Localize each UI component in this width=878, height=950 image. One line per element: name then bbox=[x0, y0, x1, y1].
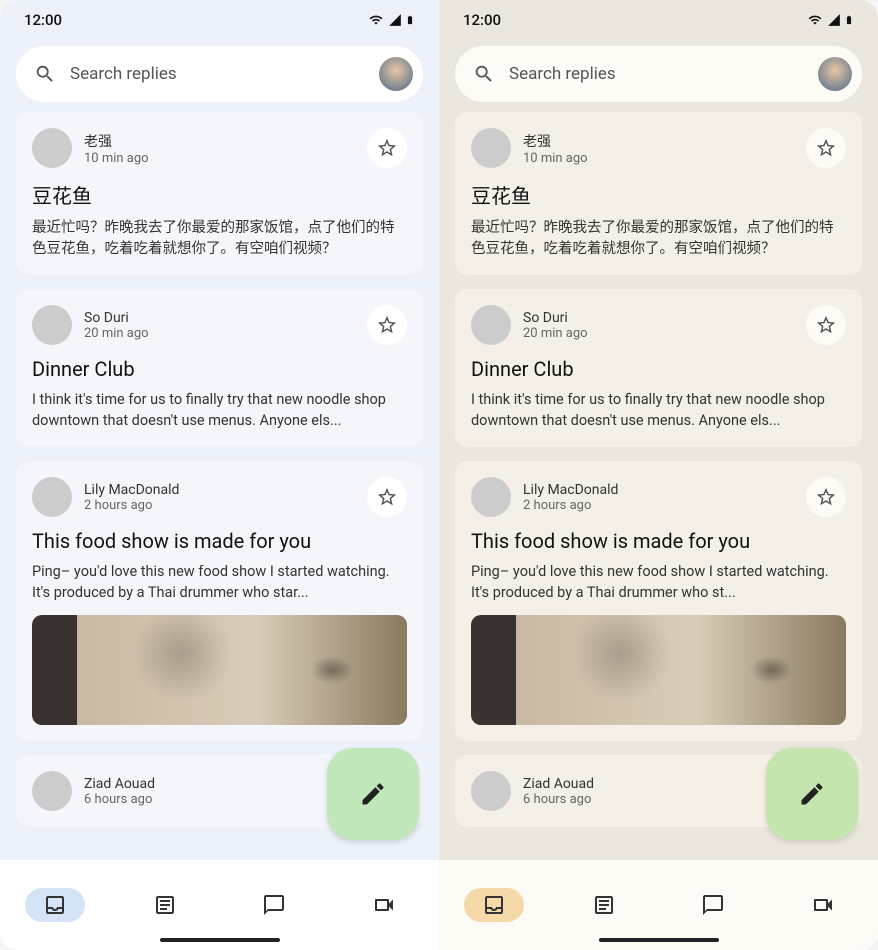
nav-inbox[interactable] bbox=[25, 888, 85, 922]
search-placeholder: Search replies bbox=[509, 64, 818, 84]
signal-icon bbox=[826, 13, 842, 27]
bottom-nav bbox=[0, 860, 439, 950]
profile-avatar[interactable] bbox=[379, 57, 413, 91]
home-indicator bbox=[599, 938, 719, 942]
bottom-nav bbox=[439, 860, 878, 950]
search-bar[interactable]: Search replies bbox=[16, 46, 423, 102]
status-icons bbox=[367, 12, 415, 28]
article-icon bbox=[153, 893, 177, 917]
sender-avatar bbox=[471, 305, 511, 345]
sender-name: 老强 bbox=[84, 131, 355, 151]
edit-icon bbox=[798, 780, 826, 808]
message-time: 10 min ago bbox=[84, 151, 355, 166]
nav-article[interactable] bbox=[574, 888, 634, 922]
status-time: 12:00 bbox=[24, 11, 62, 29]
sender-name: Lily MacDonald bbox=[523, 482, 794, 498]
message-time: 20 min ago bbox=[523, 326, 794, 341]
nav-chat[interactable] bbox=[244, 888, 304, 922]
home-indicator bbox=[160, 938, 280, 942]
profile-avatar[interactable] bbox=[818, 57, 852, 91]
message-time: 2 hours ago bbox=[84, 498, 355, 513]
star-button[interactable] bbox=[806, 305, 846, 345]
sender-avatar bbox=[471, 771, 511, 811]
status-time: 12:00 bbox=[463, 11, 501, 29]
search-bar[interactable]: Search replies bbox=[455, 46, 862, 102]
status-bar: 12:00 bbox=[0, 0, 439, 40]
star-icon bbox=[815, 486, 837, 508]
status-icons bbox=[806, 12, 854, 28]
message-body: 最近忙吗？昨晚我去了你最爱的那家饭馆，点了他们的特色豆花鱼，吃着吃着就想你了。有… bbox=[32, 217, 407, 259]
message-body: 最近忙吗？昨晚我去了你最爱的那家饭馆，点了他们的特色豆花鱼，吃着吃着就想你了。有… bbox=[471, 217, 846, 259]
message-card[interactable]: Lily MacDonald 2 hours ago This food sho… bbox=[455, 461, 862, 741]
message-body: Ping– you'd love this new food show I st… bbox=[32, 561, 407, 603]
wifi-icon bbox=[367, 13, 385, 27]
message-time: 10 min ago bbox=[523, 151, 794, 166]
sender-avatar bbox=[471, 477, 511, 517]
message-body: I think it's time for us to finally try … bbox=[471, 389, 846, 431]
compose-fab[interactable] bbox=[327, 748, 419, 840]
message-card[interactable]: Lily MacDonald 2 hours ago This food sho… bbox=[16, 461, 423, 741]
video-icon bbox=[372, 893, 396, 917]
star-button[interactable] bbox=[367, 477, 407, 517]
chat-icon bbox=[262, 893, 286, 917]
message-title: 豆花鱼 bbox=[471, 180, 846, 209]
search-placeholder: Search replies bbox=[70, 64, 379, 84]
wifi-icon bbox=[806, 13, 824, 27]
sender-avatar bbox=[471, 128, 511, 168]
sender-avatar bbox=[32, 305, 72, 345]
nav-article[interactable] bbox=[135, 888, 195, 922]
message-body: I think it's time for us to finally try … bbox=[32, 389, 407, 431]
nav-video[interactable] bbox=[793, 888, 853, 922]
message-title: Dinner Club bbox=[32, 357, 407, 381]
star-icon bbox=[815, 314, 837, 336]
nav-video[interactable] bbox=[354, 888, 414, 922]
nav-inbox[interactable] bbox=[464, 888, 524, 922]
search-icon bbox=[34, 63, 56, 85]
message-title: 豆花鱼 bbox=[32, 180, 407, 209]
article-icon bbox=[592, 893, 616, 917]
inbox-icon bbox=[43, 893, 67, 917]
message-card[interactable]: 老强 10 min ago 豆花鱼 最近忙吗？昨晚我去了你最爱的那家饭馆，点了他… bbox=[455, 112, 862, 275]
message-card[interactable]: So Duri 20 min ago Dinner Club I think i… bbox=[455, 289, 862, 447]
nav-chat[interactable] bbox=[683, 888, 743, 922]
star-icon bbox=[376, 486, 398, 508]
message-card[interactable]: 老强 10 min ago 豆花鱼 最近忙吗？昨晚我去了你最爱的那家饭馆，点了他… bbox=[16, 112, 423, 275]
search-icon bbox=[473, 63, 495, 85]
message-thumbnail[interactable] bbox=[471, 615, 846, 725]
sender-name: So Duri bbox=[523, 310, 794, 326]
video-icon bbox=[811, 893, 835, 917]
phone-screen-brown: 12:00 Search replies 老强 10 min ago 豆花鱼 bbox=[439, 0, 878, 950]
sender-avatar bbox=[32, 128, 72, 168]
star-button[interactable] bbox=[367, 128, 407, 168]
compose-fab[interactable] bbox=[766, 748, 858, 840]
message-title: This food show is made for you bbox=[32, 529, 407, 553]
message-body: Ping– you'd love this new food show I st… bbox=[471, 561, 846, 603]
edit-icon bbox=[359, 780, 387, 808]
star-icon bbox=[815, 137, 837, 159]
message-title: This food show is made for you bbox=[471, 529, 846, 553]
message-time: 20 min ago bbox=[84, 326, 355, 341]
battery-icon bbox=[844, 12, 854, 28]
sender-name: 老强 bbox=[523, 131, 794, 151]
star-button[interactable] bbox=[806, 477, 846, 517]
message-thumbnail[interactable] bbox=[32, 615, 407, 725]
sender-avatar bbox=[32, 771, 72, 811]
sender-avatar bbox=[32, 477, 72, 517]
signal-icon bbox=[387, 13, 403, 27]
star-button[interactable] bbox=[367, 305, 407, 345]
star-icon bbox=[376, 314, 398, 336]
message-title: Dinner Club bbox=[471, 357, 846, 381]
battery-icon bbox=[405, 12, 415, 28]
star-button[interactable] bbox=[806, 128, 846, 168]
chat-icon bbox=[701, 893, 725, 917]
inbox-icon bbox=[482, 893, 506, 917]
sender-name: So Duri bbox=[84, 310, 355, 326]
message-card[interactable]: So Duri 20 min ago Dinner Club I think i… bbox=[16, 289, 423, 447]
phone-screen-blue: 12:00 Search replies 老强 10 min ago 豆花鱼 bbox=[0, 0, 439, 950]
sender-name: Lily MacDonald bbox=[84, 482, 355, 498]
status-bar: 12:00 bbox=[439, 0, 878, 40]
star-icon bbox=[376, 137, 398, 159]
message-time: 2 hours ago bbox=[523, 498, 794, 513]
